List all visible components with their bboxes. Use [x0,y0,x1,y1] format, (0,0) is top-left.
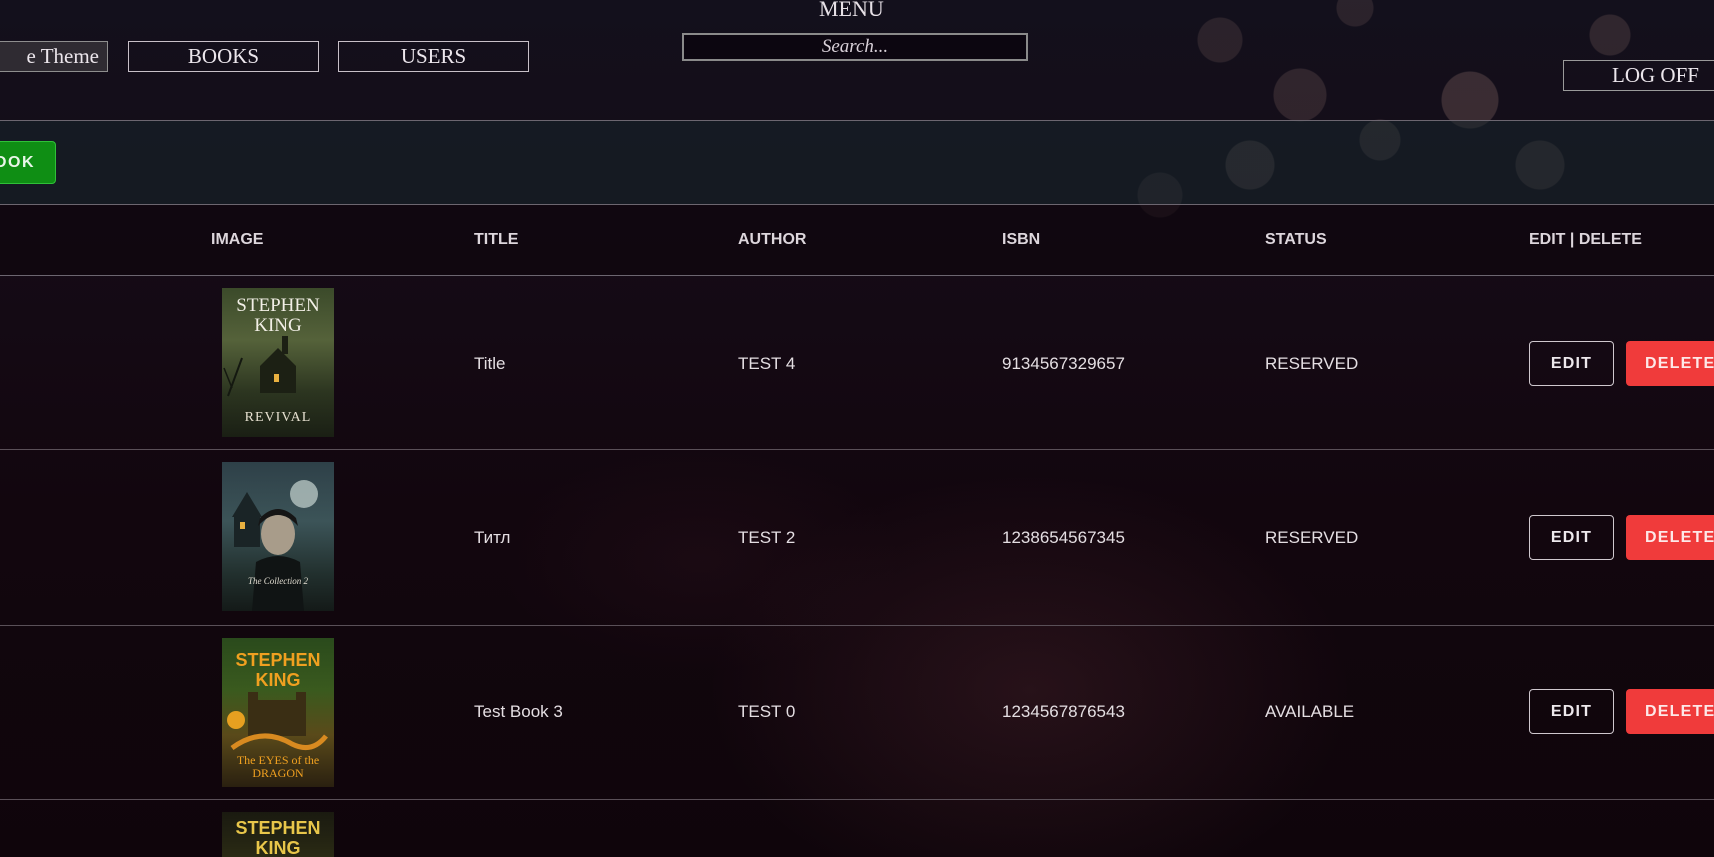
book-status: RESERVED [1265,354,1359,373]
book-status: RESERVED [1265,528,1359,547]
edit-button[interactable]: EDIT [1529,689,1614,734]
edit-button[interactable]: EDIT [1529,341,1614,386]
column-header-actions: EDIT | DELETE [1529,231,1642,248]
page: MENU e Theme BOOKS USERS LOG OFF OOK IMA… [0,0,1714,857]
log-off-button[interactable]: LOG OFF [1563,60,1714,91]
search-input[interactable] [682,33,1028,61]
book-isbn: 1238654567345 [1002,528,1125,547]
edit-button[interactable]: EDIT [1529,515,1614,560]
book-title: Test Book 3 [474,702,563,721]
cover-art [232,480,318,611]
users-nav-button[interactable]: USERS [338,41,529,72]
delete-button[interactable]: DELETE [1626,689,1714,734]
column-header-isbn: ISBN [1002,231,1041,248]
table-header-divider [0,275,1714,276]
cover-title-text: The EYES of the DRAGON [236,753,320,780]
row-divider [0,799,1714,800]
column-header-title: TITLE [474,231,519,248]
book-status: AVAILABLE [1265,702,1355,721]
add-book-button[interactable]: OOK [0,141,56,184]
cover-author-text: STEPHEN KING [235,818,321,857]
books-nav-button[interactable]: BOOKS [128,41,319,72]
menu-title: MENU [819,0,884,21]
cover-author-text: STEPHEN KING [236,295,320,336]
book-author: TEST 2 [738,528,796,547]
book-cover-image: STEPHEN KING [222,812,334,857]
cover-title-text: REVIVAL [244,410,312,425]
column-header-author: AUTHOR [738,231,807,248]
book-author: TEST 4 [738,354,796,373]
row-divider [0,449,1714,450]
book-isbn: 9134567329657 [1002,354,1125,373]
delete-button[interactable]: DELETE [1626,341,1714,386]
book-isbn: 1234567876543 [1002,702,1125,721]
delete-button[interactable]: DELETE [1626,515,1714,560]
column-header-image: IMAGE [211,231,264,248]
theme-toggle-button[interactable]: e Theme [0,41,108,72]
book-cover-image: STEPHEN KING REVIVAL [222,288,334,437]
book-cover-image: The Collection 2 [222,462,334,611]
column-header-status: STATUS [1265,231,1327,248]
row-divider [0,625,1714,626]
book-cover-image: STEPHEN KING The EYES of the DRAGON [222,638,334,787]
book-title: Title [474,354,506,373]
book-title: Титл [474,528,511,547]
cover-title-text: The Collection 2 [248,576,308,586]
toolbar [0,121,1714,204]
book-author: TEST 0 [738,702,796,721]
cover-author-text: STEPHEN KING [235,650,321,690]
